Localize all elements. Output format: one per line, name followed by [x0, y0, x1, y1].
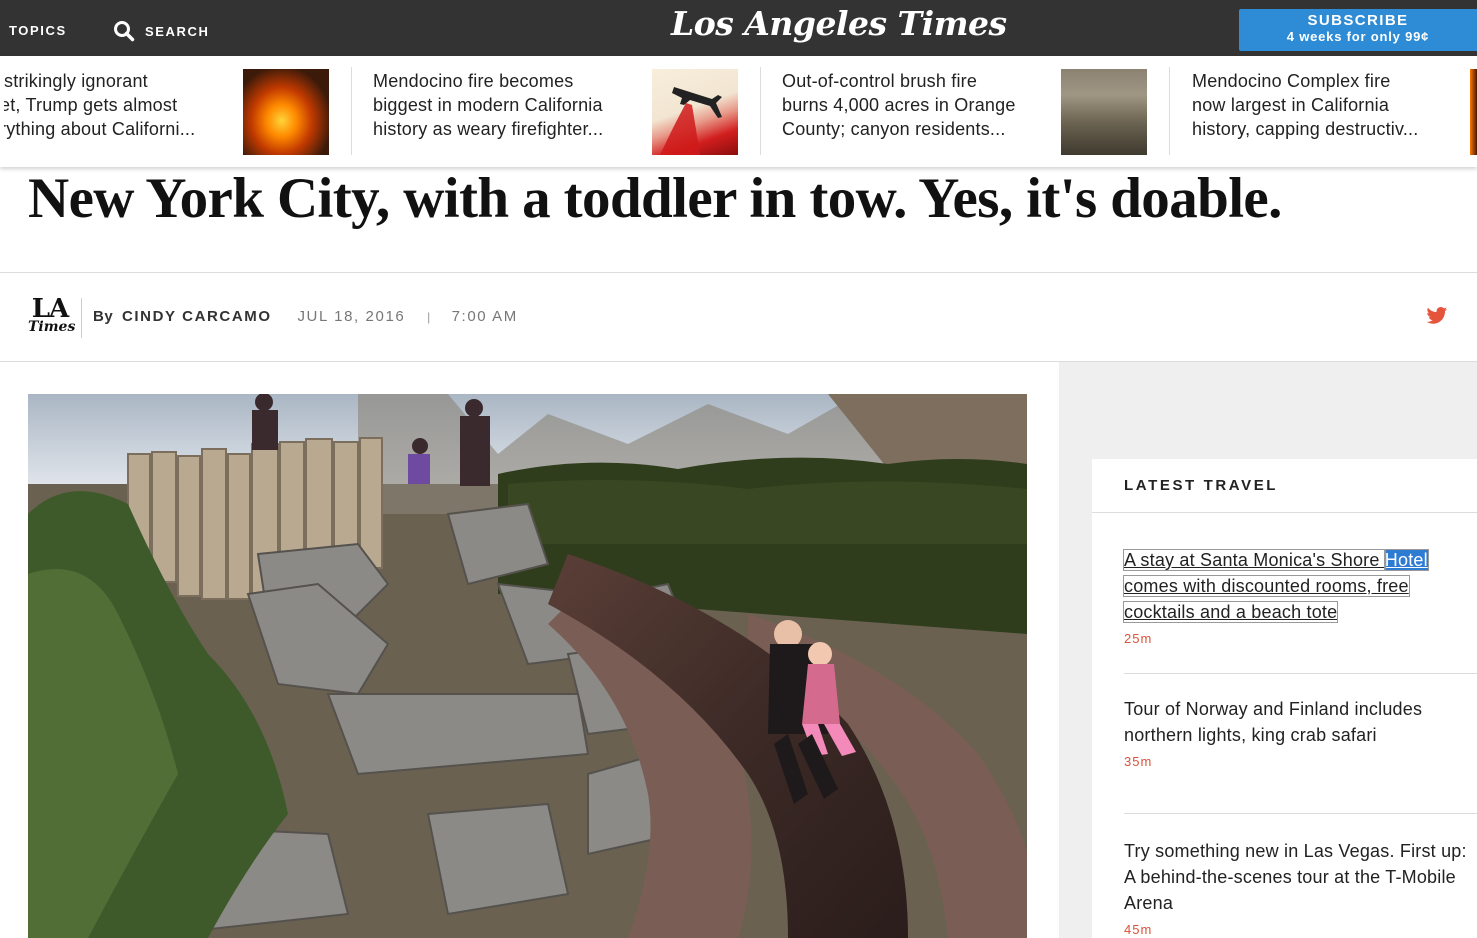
strip-story-line: rything about Californi... [4, 119, 196, 139]
twitter-share-button[interactable] [1426, 306, 1448, 331]
latest-travel-title: LATEST TRAVEL [1124, 477, 1279, 494]
date-separator: | [427, 310, 432, 324]
strip-story-headline[interactable]: Out-of-control brush fire burns 4,000 ac… [782, 69, 1052, 141]
strip-story-line: Mendocino Complex fire [1192, 71, 1391, 91]
strip-story-line: et, Trump gets almost [4, 95, 178, 115]
search-icon [114, 21, 135, 42]
strip-story-line: history as weary firefighter... [373, 119, 604, 139]
subscribe-title: SUBSCRIBE [1307, 12, 1409, 29]
site-logo[interactable]: Los Angeles Times [671, 4, 1007, 43]
topics-menu-button[interactable]: TOPICS [9, 23, 67, 38]
strip-story-2[interactable]: Mendocino fire becomes biggest in modern… [352, 56, 760, 167]
byline: By CINDY CARCAMO JUL 18, 2016 | 7:00 AM [93, 308, 518, 325]
divider [1124, 673, 1477, 674]
latest-travel-link[interactable]: A stay at Santa Monica's Shore Hotel com… [1123, 547, 1469, 625]
smoke-photo-thumbnail[interactable] [1061, 69, 1147, 155]
strip-story-headline[interactable]: strikingly ignorant et, Trump gets almos… [4, 69, 229, 141]
strip-story-1[interactable]: strikingly ignorant et, Trump gets almos… [0, 56, 350, 167]
strip-story-3[interactable]: Out-of-control brush fire burns 4,000 ac… [761, 56, 1169, 167]
fire-photo-thumbnail[interactable] [243, 69, 329, 155]
twitter-icon [1426, 307, 1448, 324]
divider [1124, 813, 1477, 814]
latest-travel-item-3[interactable]: Try something new in Las Vegas. First up… [1124, 838, 1469, 937]
latest-travel-item-2[interactable]: Tour of Norway and Finland includes nort… [1124, 696, 1469, 769]
article-main-photo [28, 394, 1027, 938]
divider [0, 272, 1477, 273]
timestamp: 25m [1124, 631, 1153, 646]
search-label: SEARCH [145, 23, 210, 39]
timestamp: 35m [1124, 754, 1153, 769]
search-button[interactable]: SEARCH [113, 20, 210, 42]
strip-story-line: Mendocino fire becomes [373, 71, 574, 91]
strip-story-line: strikingly ignorant [4, 71, 148, 91]
latest-travel-link[interactable]: Tour of Norway and Finland includes nort… [1124, 696, 1469, 748]
publish-date: JUL 18, 2016 [297, 308, 406, 325]
air-tanker-photo-thumbnail[interactable] [652, 69, 738, 155]
strip-story-line: County; canyon residents... [782, 119, 1006, 139]
strip-story-line: burns 4,000 acres in Orange [782, 95, 1016, 115]
byline-by: By [93, 308, 114, 325]
la-times-badge-logo: LA Times [28, 296, 76, 335]
strip-story-line: history, capping destructiv... [1192, 119, 1419, 139]
timestamp: 45m [1124, 922, 1153, 937]
link-text[interactable]: comes with discounted rooms, free cockta… [1123, 575, 1410, 623]
strip-story-line: biggest in modern California [373, 95, 603, 115]
strip-story-headline[interactable]: Mendocino fire becomes biggest in modern… [373, 69, 635, 141]
badge-logo-bottom: Times [28, 319, 76, 335]
strip-story-line: Out-of-control brush fire [782, 71, 978, 91]
latest-travel-link[interactable]: Try something new in Las Vegas. First up… [1124, 838, 1469, 916]
playground-slide-photo-icon [28, 394, 1027, 938]
fire-photo-thumbnail[interactable] [1470, 69, 1477, 155]
author-link[interactable]: CINDY CARCAMO [122, 308, 272, 325]
publish-time: 7:00 AM [451, 308, 518, 325]
latest-travel-item-1[interactable]: A stay at Santa Monica's Shore Hotel com… [1123, 547, 1469, 646]
air-tanker-icon [660, 87, 722, 155]
top-nav-bar: TOPICS SEARCH Los Angeles Times SUBSCRIB… [0, 0, 1477, 56]
selected-text[interactable]: Hotel [1383, 549, 1429, 571]
related-stories-strip: strikingly ignorant et, Trump gets almos… [0, 56, 1477, 167]
strip-story-line: now largest in California [1192, 95, 1390, 115]
link-text[interactable]: A stay at Santa Monica's Shore [1123, 549, 1386, 571]
subscribe-button[interactable]: SUBSCRIBE 4 weeks for only 99¢ [1239, 9, 1477, 51]
byline-divider [81, 298, 82, 338]
strip-story-headline[interactable]: Mendocino Complex fire now largest in Ca… [1192, 69, 1454, 141]
strip-story-4[interactable]: Mendocino Complex fire now largest in Ca… [1170, 56, 1477, 167]
divider [1092, 512, 1477, 513]
subscribe-offer: 4 weeks for only 99¢ [1286, 29, 1430, 44]
article-headline: New York City, with a toddler in tow. Ye… [28, 167, 1282, 230]
